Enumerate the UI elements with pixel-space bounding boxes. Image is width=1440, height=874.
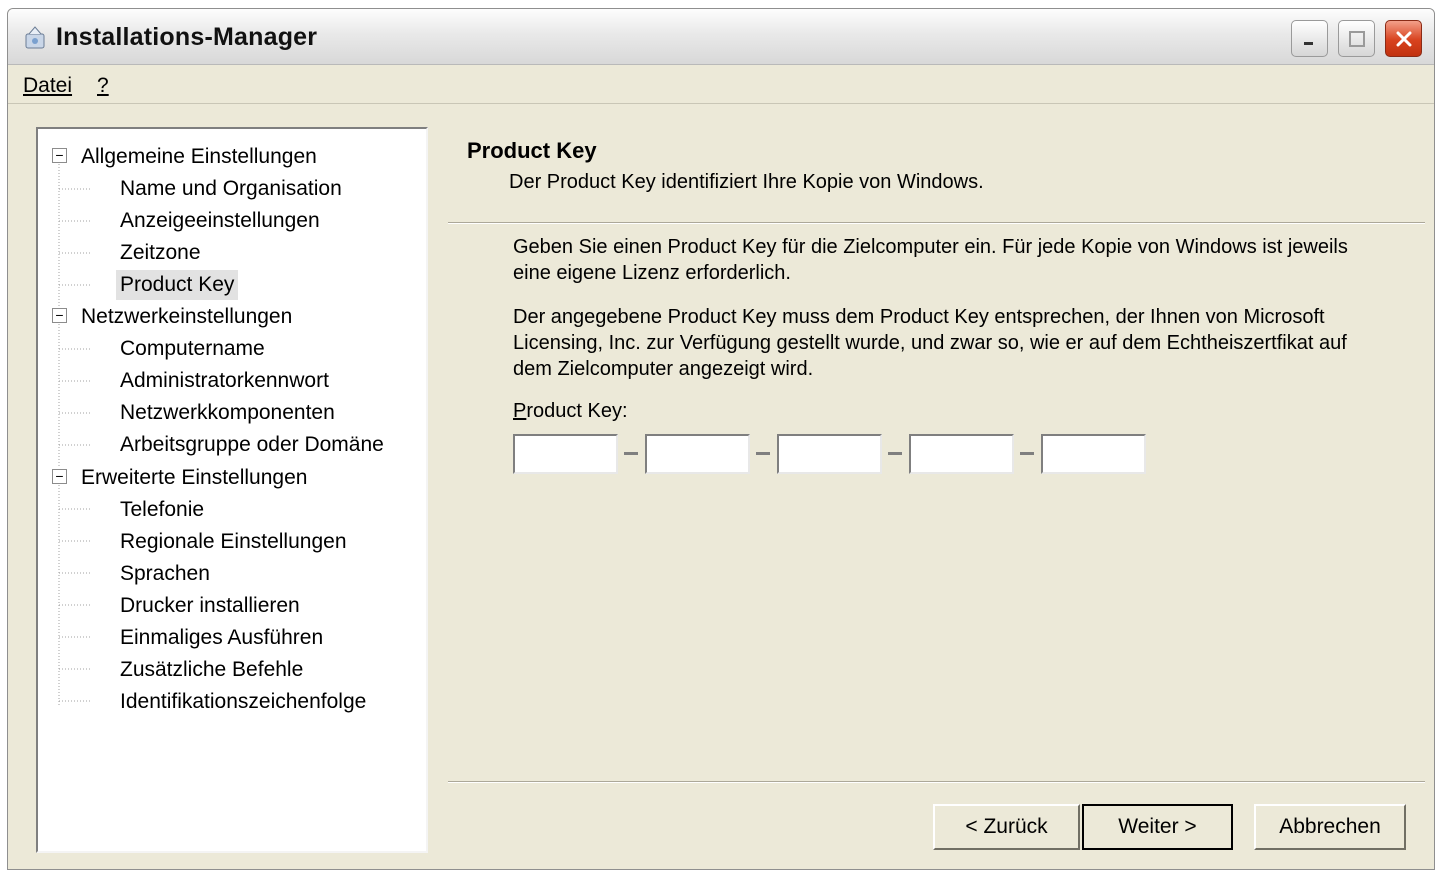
- tree-group-allgemein[interactable]: Allgemeine Einstellungen: [81, 142, 317, 172]
- next-button[interactable]: Weiter >: [1082, 804, 1233, 850]
- key-separator: [1020, 452, 1034, 455]
- licensing-paragraph: Der angegebene Product Key muss dem Prod…: [513, 306, 1347, 380]
- menu-datei-label: Datei: [23, 74, 73, 97]
- product-key-field-2[interactable]: [645, 434, 750, 474]
- tree-item-anzeigeeinstellungen[interactable]: Anzeigeeinstellungen: [120, 206, 320, 236]
- minimize-icon: [1303, 41, 1313, 45]
- close-button[interactable]: [1385, 20, 1422, 57]
- tree-item-product-key[interactable]: Product Key: [116, 270, 239, 300]
- product-key-label: Product Key:: [513, 400, 628, 422]
- footer-divider: [448, 781, 1425, 783]
- cancel-button[interactable]: Abbrechen: [1254, 804, 1406, 850]
- back-button[interactable]: < Zurück: [933, 804, 1080, 850]
- tree-item-einmaliges-ausfuehren[interactable]: Einmaliges Ausführen: [120, 623, 323, 653]
- tree-item-telefonie[interactable]: Telefonie: [120, 495, 204, 525]
- maximize-button[interactable]: [1338, 20, 1375, 57]
- product-key-field-4[interactable]: [909, 434, 1014, 474]
- tree-item-drucker-installieren[interactable]: Drucker installieren: [120, 591, 300, 621]
- tree-item-name-und-organisation[interactable]: Name und Organisation: [120, 174, 342, 204]
- menu-help[interactable]: ?: [97, 74, 109, 98]
- maximize-icon: [1348, 30, 1365, 47]
- page-subtitle: Der Product Key identifiziert Ihre Kopie…: [509, 171, 984, 193]
- title-bar[interactable]: Installations-Manager: [8, 9, 1434, 65]
- settings-tree[interactable]: − Allgemeine Einstellungen Name und Orga…: [36, 127, 428, 853]
- menu-bar: Datei ?: [8, 66, 1434, 104]
- collapse-toggle-netzwerk[interactable]: −: [52, 308, 67, 323]
- key-separator: [888, 452, 902, 455]
- tree-item-zusaetzliche-befehle[interactable]: Zusätzliche Befehle: [120, 655, 303, 685]
- product-key-field-3[interactable]: [777, 434, 882, 474]
- close-icon: [1396, 31, 1411, 46]
- product-key-label-rest: roduct Key:: [526, 400, 628, 422]
- tree-item-arbeitsgruppe[interactable]: Arbeitsgruppe oder Domäne: [120, 430, 384, 460]
- tree-group-erweitert[interactable]: Erweiterte Einstellungen: [81, 463, 307, 493]
- minimize-button[interactable]: [1291, 20, 1328, 57]
- product-key-field-5[interactable]: [1041, 434, 1146, 474]
- menu-help-label: ?: [97, 74, 109, 97]
- installer-window: Installations-Manager Datei ? − Allgemei…: [7, 8, 1435, 870]
- page-title: Product Key: [467, 138, 597, 163]
- tree-item-sprachen[interactable]: Sprachen: [120, 559, 210, 589]
- tree-item-zeitzone[interactable]: Zeitzone: [120, 238, 201, 268]
- key-separator: [756, 452, 770, 455]
- product-key-field-1[interactable]: [513, 434, 618, 474]
- tree-item-computername[interactable]: Computername: [120, 334, 265, 364]
- tree-item-identifikationszeichenfolge[interactable]: Identifikationszeichenfolge: [120, 687, 366, 717]
- key-separator: [624, 452, 638, 455]
- tree-group-netzwerk[interactable]: Netzwerkeinstellungen: [81, 302, 292, 332]
- installer-icon: [25, 26, 45, 49]
- tree-item-netzwerkkomponenten[interactable]: Netzwerkkomponenten: [120, 398, 335, 428]
- tree-item-regionale-einstellungen[interactable]: Regionale Einstellungen: [120, 527, 347, 557]
- tree-item-administratorkennwort[interactable]: Administratorkennwort: [120, 366, 329, 396]
- menu-datei[interactable]: Datei: [23, 74, 72, 98]
- header-divider: [448, 222, 1425, 224]
- instruction-paragraph: Geben Sie einen Product Key für die Ziel…: [513, 236, 1348, 284]
- collapse-toggle-allgemein[interactable]: −: [52, 148, 67, 163]
- window-title: Installations-Manager: [56, 23, 318, 51]
- collapse-toggle-erweitert[interactable]: −: [52, 469, 67, 484]
